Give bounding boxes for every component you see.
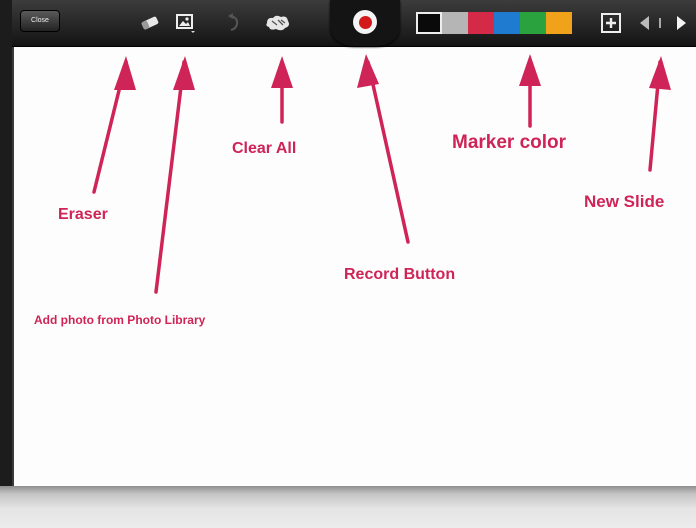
add-slide-icon [601,13,621,33]
eraser-button[interactable] [136,10,164,36]
whiteboard-canvas[interactable] [12,0,696,486]
previous-slide-button[interactable] [636,13,652,33]
eraser-label: Eraser [58,206,108,223]
eraser-icon [141,16,159,30]
add-photo-button[interactable] [172,10,200,36]
color-swatch[interactable] [416,12,442,34]
add-photo-label: Add photo from Photo Library [34,313,206,327]
marker-color-label: Marker color [452,132,567,153]
record-icon [358,15,372,29]
new-slide-label: New Slide [584,192,665,211]
undo-icon [228,13,239,31]
record-button-label: Record Button [344,266,456,283]
clear-all-label: Clear All [232,140,297,157]
slide-nav-divider [659,18,661,28]
marker-color-palette [416,12,572,34]
record-tab [330,0,400,46]
color-swatch[interactable] [442,12,468,34]
prev-arrow-icon [640,16,649,30]
clear-all-icon [266,15,289,31]
device-shadow [0,486,696,528]
photo-library-icon [176,14,195,33]
color-swatch[interactable] [546,12,572,34]
new-slide-button[interactable] [600,12,622,34]
next-arrow-icon [677,16,686,30]
record-button[interactable] [353,10,377,34]
color-swatch[interactable] [494,12,520,34]
clear-all-button[interactable] [264,10,292,36]
next-slide-button[interactable] [674,13,690,33]
color-swatch[interactable] [520,12,546,34]
undo-button[interactable] [220,10,248,36]
color-swatch[interactable] [468,12,494,34]
close-button[interactable]: Close [20,10,60,32]
toolbar: Close [12,0,696,47]
